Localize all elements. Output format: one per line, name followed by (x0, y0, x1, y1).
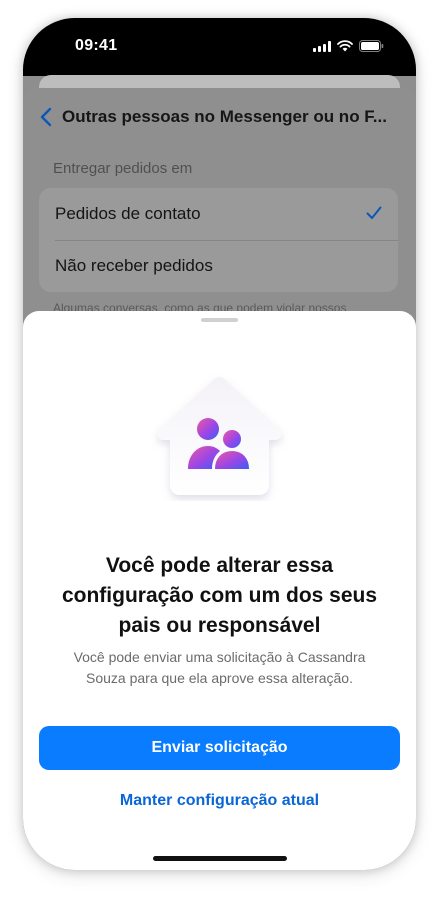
sheet-description-line: Você pode enviar uma solicitação à Cassa… (73, 649, 366, 665)
sheet-title-line: pais ou responsável (118, 614, 321, 637)
option-label: Não receber pedidos (55, 256, 213, 275)
bottom-sheet: Você pode alterar essa configuração com … (23, 311, 416, 870)
options-group: Pedidos de contato Não receber pedidos (39, 188, 398, 292)
home-indicator (153, 856, 287, 861)
option-contact-requests[interactable]: Pedidos de contato (39, 188, 398, 241)
page-title: Outras pessoas no Messenger ou no F... (62, 107, 387, 126)
status-icons (313, 40, 384, 52)
checkmark-icon (366, 206, 382, 225)
sheet-title-line: configuração com um dos seus (61, 584, 378, 607)
status-time: 09:41 (75, 37, 118, 54)
send-request-button[interactable]: Enviar solicitação (39, 726, 400, 770)
wifi-icon (337, 40, 353, 52)
option-no-requests[interactable]: Não receber pedidos (39, 240, 398, 292)
status-bar: 09:41 (23, 18, 416, 76)
back-chevron-icon[interactable] (40, 107, 52, 132)
house-with-people-icon (151, 373, 288, 501)
battery-icon (359, 40, 384, 52)
sheet-description: Você pode enviar uma solicitação à Cassa… (53, 647, 386, 689)
cellular-signal-icon (313, 40, 331, 52)
nav-bar: Outras pessoas no Messenger ou no F... (23, 88, 416, 144)
sheet-title-line: Você pode alterar essa (105, 554, 334, 577)
sheet-description-line: Souza para que ela aprove essa alteração… (86, 670, 353, 686)
keep-current-setting-button[interactable]: Manter configuração atual (39, 786, 400, 816)
phone-frame: 09:41 Outras pessoas no Messenger ou no … (23, 18, 416, 870)
sheet-title: Você pode alterar essa configuração com … (33, 551, 406, 641)
section-header: Entregar pedidos em (53, 160, 193, 177)
sheet-grabber[interactable] (201, 318, 238, 322)
option-label: Pedidos de contato (55, 204, 201, 223)
